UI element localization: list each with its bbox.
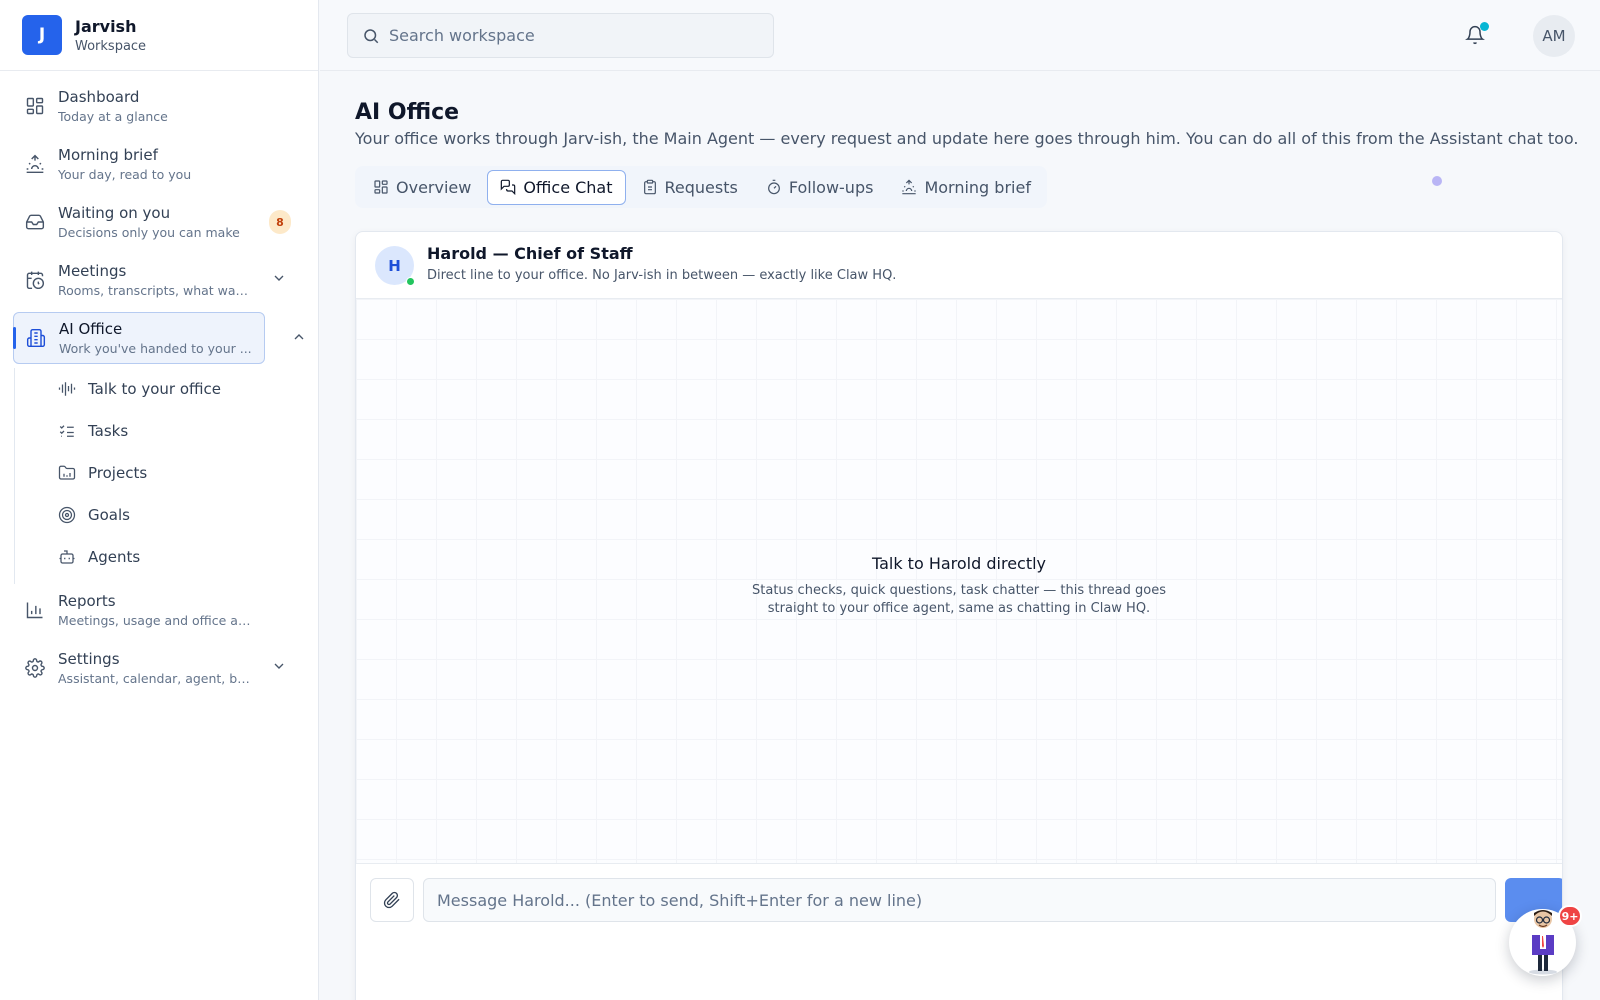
main-content: AI Office Your office works through Jarv… xyxy=(320,72,1600,1000)
bar-chart-icon xyxy=(26,602,43,619)
sidebar-item-sub: Assistant, calendar, agent, bil... xyxy=(58,671,253,686)
subnav-label: Projects xyxy=(88,464,148,482)
office-tabs: Overview Office Chat Requests Follow-ups… xyxy=(355,166,1047,208)
tab-office-chat[interactable]: Office Chat xyxy=(487,169,626,205)
sidebar-item-sub: Meetings, usage and office activity xyxy=(58,613,253,628)
sidebar-item-sub: Rooms, transcripts, what was... xyxy=(58,283,253,298)
inbox-icon xyxy=(25,214,45,230)
subnav-label: Agents xyxy=(88,548,141,566)
grid-icon xyxy=(374,180,388,194)
chevron-up-icon[interactable] xyxy=(291,329,307,345)
search-box[interactable] xyxy=(347,13,774,58)
subnav-item-talk-to-your-office[interactable]: Talk to your office xyxy=(15,368,318,410)
sunrise-icon xyxy=(26,154,44,174)
tab-requests[interactable]: Requests xyxy=(630,170,750,205)
clipboard-icon xyxy=(643,179,656,195)
brand[interactable]: J Jarvish Workspace xyxy=(0,0,318,71)
tab-label: Requests xyxy=(664,177,738,197)
sidebar-item-title: Meetings xyxy=(58,262,127,280)
sidebar-item-sub: Work you've handed to your ... xyxy=(59,341,252,356)
sidebar-item-title: Reports xyxy=(58,592,116,610)
sidebar-nav: Dashboard Today at a glance Morning brie… xyxy=(0,71,318,694)
robot-icon xyxy=(59,550,75,564)
assistant-unread-badge: 9+ xyxy=(1558,905,1582,927)
sidebar-item-ai-office[interactable]: AI Office Work you've handed to your ... xyxy=(13,312,304,364)
subnav-item-agents[interactable]: Agents xyxy=(15,536,318,578)
sidebar-item-sub: Your day, read to you xyxy=(58,167,192,182)
attach-button[interactable] xyxy=(370,878,414,922)
online-status-dot xyxy=(406,277,415,286)
sidebar-item-title: Waiting on you xyxy=(58,204,171,222)
chat-icon xyxy=(501,179,516,195)
paperclip-icon xyxy=(383,891,400,909)
audio-wave-icon xyxy=(58,382,76,396)
brand-name: Jarvish xyxy=(75,16,137,36)
sidebar-item-morning-brief[interactable]: Morning brief Your day, read to you xyxy=(13,138,305,190)
empty-state-title: Talk to Harold directly xyxy=(871,554,1047,573)
folder-icon xyxy=(58,465,76,480)
sunrise-icon xyxy=(902,179,917,195)
page-title: AI Office xyxy=(355,100,460,125)
sidebar-item-title: Settings xyxy=(58,650,120,668)
notification-dot xyxy=(1480,22,1489,31)
sidebar: J Jarvish Workspace Dashboard Today at a… xyxy=(0,0,319,1000)
decorative-dot xyxy=(1432,176,1442,186)
ai-office-subnav: Talk to your office Tasks Projects Goals… xyxy=(14,368,318,584)
agent-description: Direct line to your office. No Jarv-ish … xyxy=(427,268,897,283)
top-bar: AM xyxy=(320,0,1600,71)
page-description: Your office works through Jarv-ish, the … xyxy=(355,129,1579,148)
subnav-item-tasks[interactable]: Tasks xyxy=(15,410,318,452)
building-icon xyxy=(26,328,46,348)
subnav-item-goals[interactable]: Goals xyxy=(15,494,318,536)
chevron-down-icon[interactable] xyxy=(271,658,287,674)
brand-logo: J xyxy=(22,15,62,55)
user-avatar[interactable]: AM xyxy=(1533,15,1575,57)
target-icon xyxy=(58,506,76,524)
tab-label: Follow-ups xyxy=(788,177,874,197)
message-composer xyxy=(356,863,1562,1000)
search-input[interactable] xyxy=(389,26,769,45)
agent-name: Harold — Chief of Staff xyxy=(427,244,633,263)
brand-sub: Workspace xyxy=(75,38,147,54)
sidebar-item-settings[interactable]: Settings Assistant, calendar, agent, bil… xyxy=(13,642,305,694)
checklist-icon xyxy=(59,425,74,437)
sidebar-item-title: Morning brief xyxy=(58,146,158,164)
message-input[interactable] xyxy=(423,878,1496,922)
dashboard-icon xyxy=(26,97,44,115)
sidebar-item-sub: Decisions only you can make xyxy=(58,225,240,240)
sidebar-item-sub: Today at a glance xyxy=(58,109,168,124)
subnav-label: Tasks xyxy=(88,422,129,440)
tab-morning-brief[interactable]: Morning brief xyxy=(889,170,1043,205)
sidebar-item-title: Dashboard xyxy=(58,88,140,106)
calendar-clock-icon xyxy=(26,271,45,290)
empty-state-text: Status checks, quick questions, task cha… xyxy=(752,583,1166,616)
timer-icon xyxy=(767,179,780,195)
gear-icon xyxy=(25,658,45,678)
subnav-label: Goals xyxy=(88,506,130,524)
sidebar-item-dashboard[interactable]: Dashboard Today at a glance xyxy=(13,80,305,132)
tab-label: Overview xyxy=(396,177,472,197)
tab-follow-ups[interactable]: Follow-ups xyxy=(754,170,886,205)
office-chat-panel: H Harold — Chief of Staff Direct line to… xyxy=(355,231,1563,1000)
sidebar-item-meetings[interactable]: Meetings Rooms, transcripts, what was... xyxy=(13,254,305,306)
search-icon xyxy=(364,28,379,43)
tab-overview[interactable]: Overview xyxy=(361,170,483,205)
tab-label: Morning brief xyxy=(924,177,1031,197)
sidebar-item-reports[interactable]: Reports Meetings, usage and office activ… xyxy=(13,584,305,636)
tab-label: Office Chat xyxy=(523,177,613,197)
subnav-item-projects[interactable]: Projects xyxy=(15,452,318,494)
chat-thread[interactable]: Talk to Harold directly Status checks, q… xyxy=(356,299,1562,863)
waiting-count-badge: 8 xyxy=(269,210,291,234)
chevron-down-icon[interactable] xyxy=(271,270,287,286)
sidebar-item-waiting-on-you[interactable]: Waiting on you Decisions only you can ma… xyxy=(13,196,305,248)
sidebar-item-title: AI Office xyxy=(59,320,123,338)
chat-header: H Harold — Chief of Staff Direct line to… xyxy=(356,232,1562,299)
subnav-label: Talk to your office xyxy=(88,380,221,398)
